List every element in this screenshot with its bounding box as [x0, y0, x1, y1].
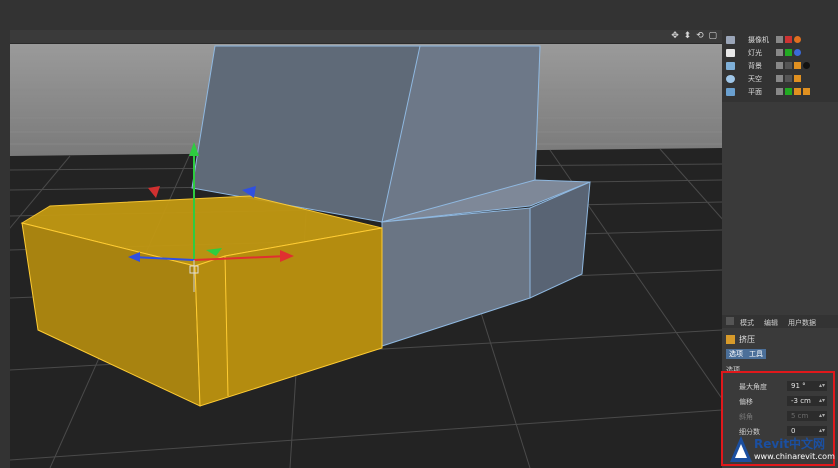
stepper-icon[interactable]: ▴▾	[819, 381, 825, 391]
sky-icon	[726, 75, 735, 83]
top-bar	[0, 0, 838, 30]
visibility-icon	[776, 88, 783, 95]
max-angle-value: 91 °	[791, 382, 806, 390]
watermark-title: Revit中文网	[754, 437, 826, 451]
max-angle-field[interactable]: 91 ° ▴▾	[787, 381, 827, 391]
tools-button[interactable]: 工具	[746, 349, 766, 359]
visibility-icon	[776, 49, 783, 56]
tab-mode[interactable]: 模式	[740, 318, 754, 328]
visibility-icon	[776, 36, 783, 43]
object-row-sky[interactable]: 天空	[726, 73, 838, 85]
watermark-url: www.chinarevit.com	[754, 452, 835, 461]
max-angle-label: 最大角度	[739, 383, 767, 391]
offset-field[interactable]: -3 cm ▴▾	[787, 396, 827, 406]
offset-value: -3 cm	[791, 397, 811, 405]
object-row-light[interactable]: 灯光	[726, 47, 838, 59]
object-label: 背景	[748, 62, 762, 70]
render-icon	[785, 36, 792, 43]
material-icon	[794, 75, 801, 82]
stepper-icon: ▴▾	[818, 412, 825, 419]
grid-icon[interactable]	[726, 317, 734, 325]
options-button[interactable]: 选项	[726, 349, 746, 359]
tag-icon	[794, 36, 801, 43]
object-tags	[776, 75, 803, 83]
revit-logo-icon	[730, 436, 752, 462]
material-icon	[794, 88, 801, 95]
material-icon	[794, 62, 801, 69]
viewport-nav-icons[interactable]: ✥ ⬍ ⟲ ▢	[671, 31, 718, 41]
attribute-tabs: 模式 编辑 用户数据	[722, 315, 838, 328]
offset-label: 偏移	[739, 398, 753, 406]
object-label: 平面	[748, 88, 762, 96]
object-label: 天空	[748, 75, 762, 83]
visibility-icon	[776, 62, 783, 69]
object-title: 挤压	[726, 334, 755, 345]
object-row-camera[interactable]: 摄像机	[726, 34, 838, 46]
3d-viewport[interactable]: ✥ ⬍ ⟲ ▢	[10, 30, 722, 468]
camera-icon	[726, 36, 735, 44]
extrude-icon	[726, 335, 735, 344]
tab-user-data[interactable]: 用户数据	[788, 318, 816, 328]
tab-edit[interactable]: 编辑	[764, 318, 778, 328]
object-tags	[776, 49, 803, 57]
tag-icon	[803, 62, 810, 69]
check-icon	[785, 49, 792, 56]
object-tags	[776, 88, 812, 96]
object-label: 摄像机	[748, 36, 769, 44]
viewport-header: ✥ ⬍ ⟲ ▢	[10, 30, 722, 43]
render-icon	[785, 62, 792, 69]
object-tags	[776, 36, 803, 44]
object-manager: 摄像机 灯光 背景 天空 平面	[722, 30, 838, 102]
object-label: 灯光	[748, 49, 762, 57]
object-row-background[interactable]: 背景	[726, 60, 838, 72]
object-name: 挤压	[739, 335, 755, 344]
bevel-value: 5 cm	[791, 412, 809, 420]
bevel-label: 斜角	[739, 413, 753, 421]
check-icon	[785, 88, 792, 95]
tag-icon	[794, 49, 801, 56]
plane-icon	[726, 88, 735, 96]
material-icon	[803, 88, 810, 95]
scene-canvas[interactable]	[10, 30, 722, 468]
object-row-plane[interactable]: 平面	[726, 86, 838, 98]
stepper-icon[interactable]: ▴▾	[819, 396, 825, 406]
light-icon	[726, 49, 735, 57]
object-tags	[776, 62, 812, 70]
visibility-icon	[776, 75, 783, 82]
render-icon	[785, 75, 792, 82]
background-icon	[726, 62, 735, 70]
bevel-field: 5 cm ▴▾	[787, 411, 827, 421]
watermark: Revit中文网 www.chinarevit.com	[728, 434, 836, 466]
